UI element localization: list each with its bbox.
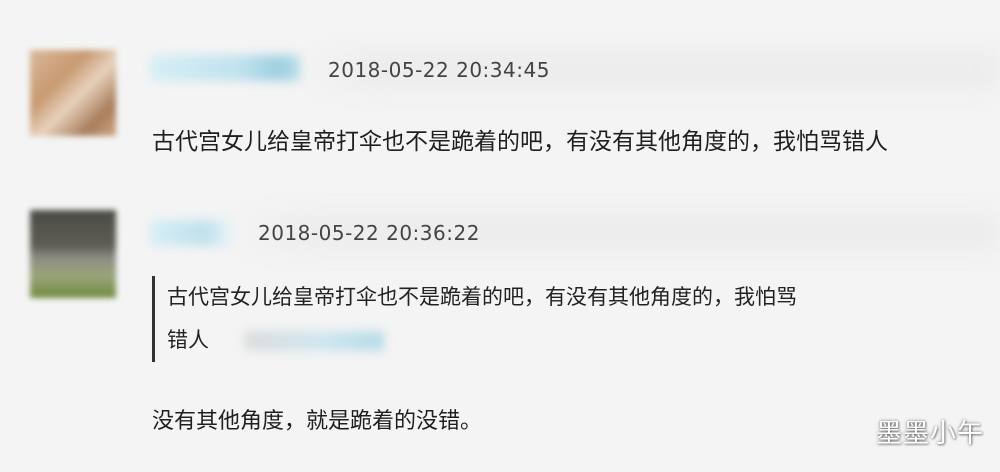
quoted-text-line-2-text: 错人: [167, 328, 209, 352]
username-redacted[interactable]: [150, 55, 300, 81]
quoted-text-line-1: 古代宫女儿给皇帝打伞也不是跪着的吧，有没有其他角度的，我怕骂: [167, 285, 797, 309]
comment-timestamp: 2018-05-22 20:36:22: [258, 221, 480, 245]
comment-timestamp: 2018-05-22 20:34:45: [328, 58, 550, 82]
comment-text: 古代宫女儿给皇帝打伞也不是跪着的吧，有没有其他角度的，我怕骂错人: [152, 129, 888, 155]
comment-1: 2018-05-22 20:34:45 古代宫女儿给皇帝打伞也不是跪着的吧，有没…: [0, 0, 1000, 200]
quoted-comment: 古代宫女儿给皇帝打伞也不是跪着的吧，有没有其他角度的，我怕骂 错人: [152, 276, 797, 362]
quoted-text-line-2: 错人: [167, 319, 797, 362]
avatar[interactable]: [30, 210, 116, 298]
quoted-username-redacted[interactable]: [243, 331, 384, 351]
watermark: 墨墨小午: [875, 419, 984, 449]
avatar[interactable]: [30, 50, 116, 136]
username-redacted[interactable]: [150, 220, 230, 246]
reply-text: 没有其他角度，就是跪着的没错。: [152, 409, 483, 434]
comment-2: 2018-05-22 20:36:22 古代宫女儿给皇帝打伞也不是跪着的吧，有没…: [0, 200, 1000, 472]
